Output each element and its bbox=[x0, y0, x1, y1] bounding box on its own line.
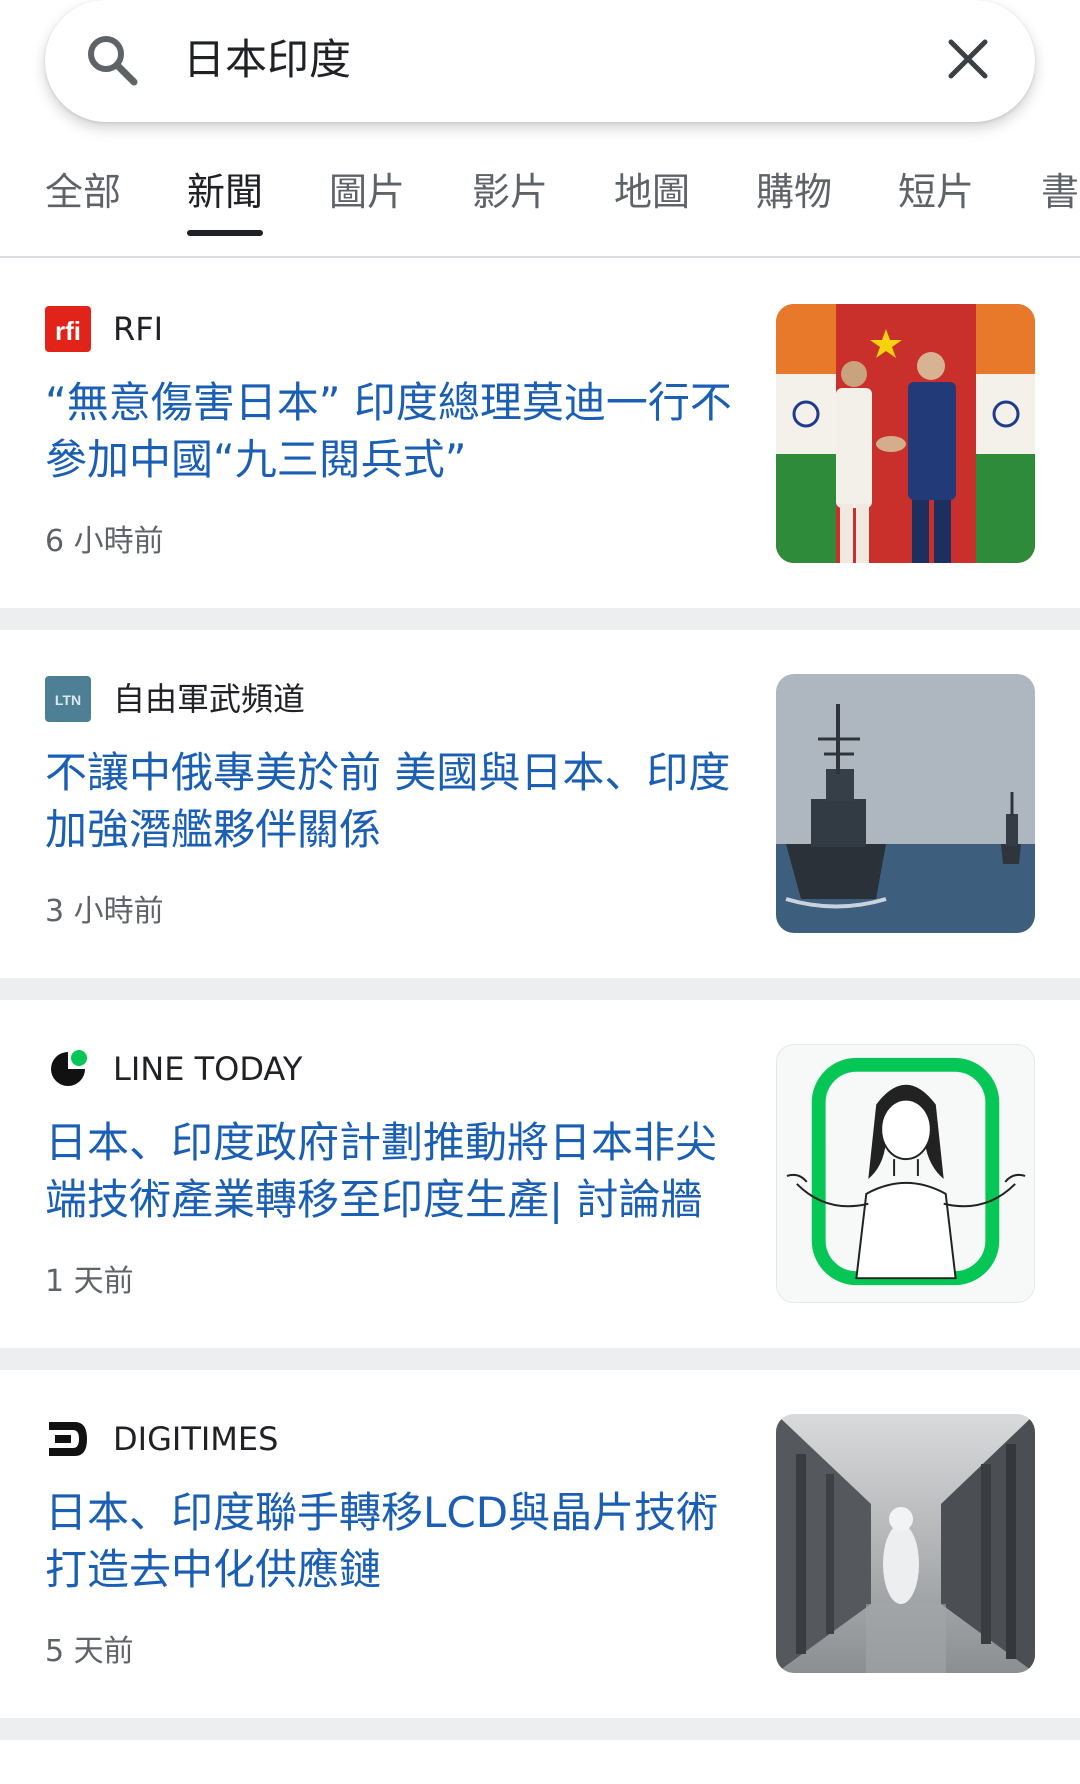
news-time: 1 天前 bbox=[45, 1264, 134, 1299]
card-separator bbox=[0, 978, 1080, 1000]
news-headline[interactable]: 日本、印度聯手轉移LCD與晶片技術 打造去中化供應鏈 bbox=[45, 1484, 735, 1598]
tab-shorts[interactable]: 短片 bbox=[898, 164, 974, 220]
svg-text:rfi: rfi bbox=[55, 316, 81, 346]
source-name: 自由軍武頻道 bbox=[113, 680, 306, 718]
news-source: LINE TODAY bbox=[45, 1046, 302, 1092]
active-tab-indicator bbox=[187, 230, 263, 236]
source-name: LINE TODAY bbox=[113, 1050, 303, 1088]
line-today-logo-icon bbox=[51, 1050, 87, 1086]
news-headline[interactable]: 日本、印度政府計劃推動將日本非尖端技術產業轉移至印度生產| 討論牆 bbox=[45, 1114, 735, 1228]
card-separator bbox=[0, 608, 1080, 630]
search-input[interactable]: 日本印度 bbox=[183, 30, 351, 90]
search-icon[interactable] bbox=[84, 32, 140, 88]
tab-news[interactable]: 新聞 bbox=[187, 164, 263, 220]
news-time: 3 小時前 bbox=[45, 894, 164, 929]
ltn-logo-icon: LTN bbox=[45, 676, 91, 722]
tab-all[interactable]: 全部 bbox=[45, 164, 121, 220]
card-separator bbox=[0, 1348, 1080, 1370]
source-name: RFI bbox=[113, 310, 164, 348]
leaders-handshake-photo[interactable] bbox=[776, 304, 1035, 563]
tab-maps[interactable]: 地圖 bbox=[614, 164, 690, 220]
news-headline[interactable]: “無意傷害日本” 印度總理莫迪一行不參加中國“九三閱兵式” bbox=[45, 374, 735, 488]
tab-images[interactable]: 圖片 bbox=[329, 164, 405, 220]
tab-books[interactable]: 書 bbox=[1041, 164, 1079, 220]
source-name: DIGITIMES bbox=[113, 1420, 279, 1458]
digitimes-logo-icon bbox=[49, 1422, 87, 1456]
card-separator bbox=[0, 1718, 1080, 1740]
svg-text:LTN: LTN bbox=[55, 692, 81, 708]
tab-shopping[interactable]: 購物 bbox=[756, 164, 832, 220]
news-time: 6 小時前 bbox=[45, 524, 164, 559]
rfi-logo-icon: rfi bbox=[45, 306, 91, 352]
shrugging-woman-illustration[interactable] bbox=[776, 1044, 1035, 1303]
news-headline[interactable]: 不讓中俄專美於前 美國與日本、印度加強潛艦夥伴關係 bbox=[45, 744, 735, 858]
news-source: DIGITIMES bbox=[45, 1416, 278, 1462]
cleanroom-photo[interactable] bbox=[776, 1414, 1035, 1673]
news-source: rfi RFI bbox=[45, 306, 163, 352]
news-time: 5 天前 bbox=[45, 1634, 134, 1669]
warships-photo[interactable] bbox=[776, 674, 1035, 933]
news-source: LTN 自由軍武頻道 bbox=[45, 676, 305, 722]
search-tabs: 全部 新聞 圖片 影片 地圖 購物 短片 書 bbox=[0, 150, 1080, 258]
close-icon[interactable] bbox=[945, 36, 991, 82]
tab-videos[interactable]: 影片 bbox=[472, 164, 548, 220]
